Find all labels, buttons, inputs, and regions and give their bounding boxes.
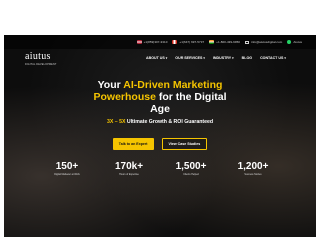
- main-navbar: aiutus DIGITAL DEVELOPMENT ABOUT US ▾ OU…: [4, 49, 316, 71]
- nav-item-label: OUR SERVICES: [175, 56, 203, 60]
- stat-item: 1,500+ Clients Helped: [174, 161, 208, 176]
- contact-email[interactable]: info@aiutusdigital.com: [245, 40, 282, 44]
- tagline-text: Ultimate Growth & ROI Guaranteed: [125, 119, 214, 125]
- talk-to-expert-button[interactable]: Talk to an Expert: [112, 138, 154, 150]
- nav-item-label: CONTACT US: [260, 56, 284, 60]
- phone-us[interactable]: +1(859)307-3310: [144, 40, 168, 44]
- hero-line2-highlight: Powerhouse: [93, 91, 156, 103]
- chevron-down-icon: ▾: [284, 56, 286, 60]
- browser-viewport: +1(859)307-3310 +1(647) 697-5737 +1-800-…: [0, 0, 320, 240]
- nav-item-label: BLOG: [241, 56, 253, 60]
- stat-label: Digital Marketer at Work: [54, 173, 80, 176]
- website-page: +1(859)307-3310 +1(647) 697-5737 +1-800-…: [4, 35, 316, 237]
- view-case-studies-button[interactable]: View Case Studies: [161, 138, 208, 150]
- contact-canada-phone[interactable]: +1(647) 697-5737: [172, 40, 204, 44]
- chevron-down-icon: ▾: [203, 56, 205, 60]
- contact-bar: +1(859)307-3310 +1(647) 697-5737 +1-800-…: [4, 35, 316, 49]
- email-link[interactable]: info@aiutusdigital.com: [251, 40, 282, 44]
- nav-item-our-services[interactable]: OUR SERVICES ▾: [175, 56, 205, 60]
- stat-value: 170k+: [114, 161, 144, 172]
- hero-heading: Your AI-Driven Marketing Powerhouse for …: [4, 79, 316, 115]
- contact-india-phone[interactable]: +1-800-439-9950: [209, 40, 240, 44]
- canada-flag-icon: [172, 40, 178, 44]
- chevron-down-icon: ▾: [232, 56, 234, 60]
- us-flag-icon: [136, 40, 142, 44]
- stat-label: Hours of Expertise: [119, 173, 139, 176]
- logo-tagline: DIGITAL DEVELOPMENT: [25, 63, 57, 66]
- phone-india[interactable]: +1-800-439-9950: [216, 40, 240, 44]
- stat-item: 1,200+ Success Stories: [236, 161, 270, 176]
- whatsapp-icon: [287, 40, 292, 44]
- stat-value: 1,200+: [237, 161, 269, 172]
- nav-item-industry[interactable]: INDUSTRY ▾: [213, 56, 234, 60]
- stat-item: 150+ Digital Marketer at Work: [50, 161, 84, 176]
- nav-item-label: ABOUT US: [146, 56, 165, 60]
- stat-label: Success Stories: [244, 173, 262, 176]
- mail-icon: [245, 40, 250, 44]
- hero-line1-highlight: AI-Driven Marketing: [123, 79, 223, 91]
- stat-value: 150+: [55, 161, 79, 172]
- contact-whatsapp[interactable]: Aiutus: [287, 40, 302, 44]
- nav-item-about-us[interactable]: ABOUT US ▾: [146, 56, 167, 60]
- stats-row: 150+ Digital Marketer at Work 170k+ Hour…: [4, 161, 316, 176]
- chevron-down-icon: ▾: [165, 56, 168, 60]
- hero-buttons: Talk to an Expert View Case Studies: [4, 138, 316, 150]
- stat-item: 170k+ Hours of Expertise: [112, 161, 146, 176]
- nav-item-blog[interactable]: BLOG: [242, 56, 252, 60]
- india-flag-icon: [209, 40, 215, 44]
- site-logo[interactable]: aiutus DIGITAL DEVELOPMENT: [25, 51, 57, 67]
- logo-text: aiutus: [25, 51, 51, 62]
- contact-us-phone[interactable]: +1(859)307-3310: [136, 40, 168, 44]
- phone-canada[interactable]: +1(647) 697-5737: [179, 40, 204, 44]
- hero-line2-plain: for the Digital: [155, 91, 227, 103]
- nav-menu: ABOUT US ▾ OUR SERVICES ▾ INDUSTRY ▾ BLO…: [146, 56, 286, 60]
- hero-line1-plain: Your: [97, 79, 124, 91]
- whatsapp-link[interactable]: Aiutus: [293, 40, 302, 44]
- hero-line3-plain: Age: [150, 103, 170, 115]
- nav-item-contact-us[interactable]: CONTACT US ▾: [260, 56, 286, 60]
- stat-value: 1,500+: [175, 161, 207, 172]
- tagline-highlight: 3X – 5X: [106, 119, 126, 125]
- hero-tagline: 3X – 5X Ultimate Growth & ROI Guaranteed: [4, 119, 316, 125]
- stat-label: Clients Helped: [183, 173, 199, 176]
- nav-item-label: INDUSTRY: [212, 56, 232, 60]
